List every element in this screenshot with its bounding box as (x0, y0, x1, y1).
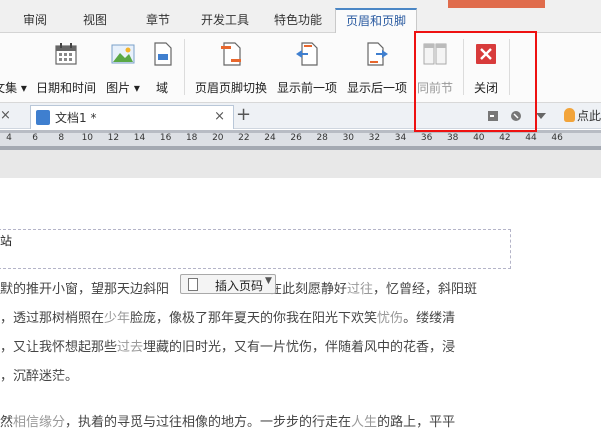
ruler-number: 22 (238, 133, 250, 143)
ruler-number: 26 (290, 133, 302, 143)
paragraph-line: 然相信缘分，执着的寻觅与过往相像的地方。一步步的行走在人生的路上，平平 (0, 411, 455, 430)
text-run: ，忆曾经，斜阳斑 (373, 282, 478, 297)
text-run: 埋藏的旧时光，又有一片忧伤，伴随着风中的花香，浸 (143, 340, 456, 355)
ruler-number: 6 (32, 133, 38, 143)
ribbon-tab-bar: 审阅 视图 章节 开发工具 特色功能 页眉和页脚 (0, 0, 601, 34)
new-tab-button[interactable]: + (236, 104, 251, 125)
header-text: 站 (0, 234, 13, 248)
highlight-box (414, 31, 537, 132)
date-time-label: 日期和时间 (35, 81, 96, 95)
tab-dev-tools[interactable]: 开发工具 (197, 10, 253, 33)
show-previous-button[interactable]: 显示前一项 (274, 41, 340, 97)
picture-icon (111, 44, 135, 64)
ruler-number: 42 (499, 133, 511, 143)
tab-header-footer[interactable]: 页眉和页脚 (335, 8, 418, 34)
doc-parts-label: 文集 (0, 81, 18, 95)
tab-special[interactable]: 特色功能 (270, 10, 326, 33)
tab-view[interactable]: 视图 (80, 10, 110, 33)
text-run: ，又让我怀想起那些 (0, 340, 118, 355)
text-run: ，沉醉迷茫。 (0, 369, 79, 384)
ruler-number: 44 (525, 133, 537, 143)
highlighted-word: 过去 (117, 340, 144, 355)
lightbulb-icon (564, 108, 575, 122)
text-run: 脸庞，像极了那年夏天的你我在阳光下欢笑 (130, 311, 378, 326)
ruler-number: 12 (107, 133, 120, 143)
ruler-number: 18 (185, 133, 198, 143)
header-edit-area[interactable] (0, 229, 511, 269)
tab-chapter[interactable]: 章节 (143, 10, 173, 33)
word-document-icon (36, 110, 50, 125)
text-run: 在此刻愿静好 (269, 282, 348, 297)
highlighted-word: 过往 (347, 282, 374, 297)
page-icon (188, 278, 198, 291)
paragraph-line: ，又让我怀想起那些过去埋藏的旧时光，又有一片忧伤，伴随着风中的花香，浸 (0, 336, 455, 355)
ruler-number: 16 (159, 133, 172, 143)
tab-review[interactable]: 审阅 (20, 10, 50, 33)
field-icon (154, 42, 172, 66)
ruler-number: 4 (6, 133, 12, 143)
field-label: 域 (155, 81, 168, 95)
doc-parts-icon (0, 41, 23, 67)
calendar-icon (55, 43, 77, 65)
text-run: 的路上，平平 (377, 415, 456, 430)
ruler-number: 46 (551, 133, 563, 143)
ruler-number: 40 (473, 133, 485, 143)
page-gutter (0, 150, 601, 178)
ruler-number: 14 (133, 133, 146, 143)
horizontal-ruler: 4 6 8 10 12 14 16 18 20 22 24 26 28 30 32 34 36 38 40 42 44 4… (0, 130, 601, 150)
highlighted-word: 人生 (351, 415, 378, 430)
ruler-number: 28 (316, 133, 328, 143)
show-next-button[interactable]: 显示后一项 (344, 41, 410, 97)
ruler-number: 10 (81, 133, 94, 143)
ruler-number: 38 (446, 133, 459, 143)
ruler-number: 30 (342, 133, 355, 143)
paragraph-line: ，沉醉迷茫。 (0, 365, 78, 384)
switch-header-footer-button[interactable]: 页眉页脚切换 (192, 41, 270, 97)
document-tab[interactable]: 文档1 * × (30, 105, 234, 129)
show-next-icon (367, 42, 388, 66)
insert-page-number-button[interactable]: 插入页码 ▼ (180, 274, 276, 294)
document-tab-label: 文档1 * (55, 111, 97, 125)
text-run: 然 (0, 415, 14, 430)
text-run: 默的推开小窗，望那天边斜阳 (0, 282, 170, 297)
field-button[interactable]: 域 (148, 41, 176, 97)
ruler-number: 32 (368, 133, 381, 143)
highlighted-word: 忧伤 (377, 311, 404, 326)
ruler-number: 24 (264, 133, 276, 143)
tip-link[interactable]: 点此 (577, 107, 601, 124)
picture-button[interactable]: 图片 ▾ (104, 41, 142, 97)
text-run: 。缕缕清 (403, 311, 456, 326)
ruler-numbers: 4 6 8 10 12 14 16 18 20 22 24 26 28 30 32 34 36 38 40 42 44 4… (0, 133, 601, 146)
insert-page-number-label: 插入页码 (215, 279, 264, 293)
highlighted-word: 相信缘分 (13, 415, 66, 430)
paragraph-line: ，透过那树梢照在少年脸庞，像极了那年夏天的你我在阳光下欢笑忧伤。缕缕清 (0, 307, 455, 326)
toolbar-separator (184, 39, 185, 95)
highlighted-word: 少年 (104, 311, 131, 326)
ruler-number: 36 (420, 133, 433, 143)
show-previous-label: 显示前一项 (276, 81, 337, 95)
text-run: ，透过那树梢照在 (0, 311, 105, 326)
ruler-number: 8 (58, 133, 65, 143)
document-tab-close-button[interactable]: × (214, 109, 225, 124)
doc-parts-button[interactable]: 文集 ▾ (0, 41, 30, 97)
show-previous-icon (296, 42, 318, 66)
date-time-button[interactable]: 日期和时间 (35, 41, 97, 97)
tab-close-button[interactable]: × (0, 108, 11, 123)
switch-header-footer-label: 页眉页脚切换 (194, 81, 267, 95)
window-accent-block (448, 0, 545, 8)
ruler-number: 34 (394, 133, 407, 143)
text-run: ，执着的寻觅与过往相像的地方。一步步的行走在 (65, 415, 352, 430)
show-next-label: 显示后一项 (346, 81, 407, 95)
picture-label: 图片 (106, 81, 131, 95)
switch-header-footer-icon (221, 42, 241, 66)
document-page[interactable]: 站 默的推开小窗，望那天边斜阳 在此刻愿静好过往，忆曾经，斜阳斑 ，透过那树梢照在少… (0, 178, 601, 430)
ruler-number: 20 (212, 133, 224, 143)
chevron-down-icon: ▼ (265, 276, 272, 286)
